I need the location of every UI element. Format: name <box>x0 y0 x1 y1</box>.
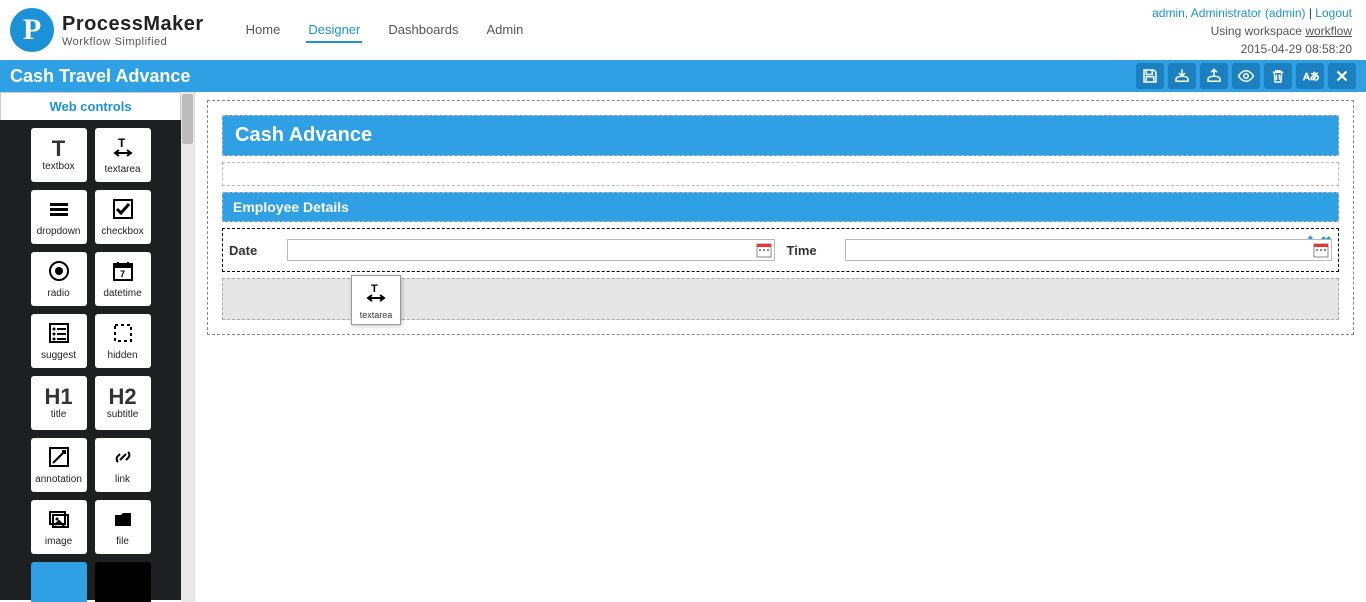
control-suggest[interactable]: suggest <box>31 314 87 368</box>
sidebar-header[interactable]: Web controls <box>0 92 181 120</box>
subtitle-icon: H2 <box>108 386 136 408</box>
control-datetime[interactable]: 7datetime <box>95 252 151 306</box>
empty-row[interactable] <box>222 162 1339 186</box>
language-button[interactable]: Aあ <box>1296 63 1324 89</box>
svg-text:T: T <box>371 283 378 295</box>
nav-admin[interactable]: Admin <box>484 18 525 43</box>
logo-text: ProcessMaker Workflow Simplified <box>62 13 204 48</box>
canvas-wrap: Cash Advance Employee Details ✥ ✖ Date T… <box>195 92 1366 602</box>
sidebar-wrap: Web controls Ttextbox Ttextarea dropdown… <box>0 92 195 602</box>
control-hidden[interactable]: hidden <box>95 314 151 368</box>
datetime-icon: 7 <box>111 259 135 287</box>
fields-row[interactable]: ✥ ✖ Date Time <box>222 228 1339 272</box>
header-right: admin, Administrator (admin) | Logout Us… <box>1152 4 1352 58</box>
radio-icon <box>47 259 71 287</box>
brand-tagline: Workflow Simplified <box>62 36 204 48</box>
control-annotation[interactable]: annotation <box>31 438 87 492</box>
sidebar: Web controls Ttextbox Ttextarea dropdown… <box>0 92 181 602</box>
svg-text:Aあ: Aあ <box>1303 71 1319 83</box>
brand-name: ProcessMaker <box>62 13 204 36</box>
main-nav: Home Designer Dashboards Admin <box>244 18 526 43</box>
main: Web controls Ttextbox Ttextarea dropdown… <box>0 92 1366 602</box>
save-button[interactable] <box>1136 63 1164 89</box>
field-label-time: Time <box>787 243 835 258</box>
suggest-icon <box>47 321 71 349</box>
file-icon <box>111 507 135 535</box>
form-title[interactable]: Cash Advance <box>222 115 1339 156</box>
delete-button[interactable] <box>1264 63 1292 89</box>
user-label[interactable]: admin, Administrator (admin) <box>1152 6 1305 20</box>
export-button[interactable] <box>1200 63 1228 89</box>
textarea-icon: T <box>111 135 135 163</box>
field-time[interactable]: Time <box>787 239 1333 261</box>
control-dropdown[interactable]: dropdown <box>31 190 87 244</box>
logo-icon: P <box>10 8 54 52</box>
control-textbox[interactable]: Ttextbox <box>31 128 87 182</box>
link-icon <box>111 445 135 473</box>
time-input[interactable] <box>845 239 1333 261</box>
drag-ghost-textarea[interactable]: T textarea <box>351 275 401 325</box>
hidden-icon <box>111 321 135 349</box>
textbox-icon: T <box>52 138 65 160</box>
calendar-icon[interactable] <box>756 242 772 258</box>
image-icon <box>47 507 71 535</box>
control-title[interactable]: H1title <box>31 376 87 430</box>
control-swatch-black[interactable] <box>95 562 151 602</box>
preview-button[interactable] <box>1232 63 1260 89</box>
field-label-date: Date <box>229 243 277 258</box>
section-title[interactable]: Employee Details <box>222 192 1339 222</box>
nav-designer[interactable]: Designer <box>306 18 362 43</box>
control-file[interactable]: file <box>95 500 151 554</box>
app-header: P ProcessMaker Workflow Simplified Home … <box>0 0 1366 60</box>
field-date[interactable]: Date <box>229 239 775 261</box>
workspace-prefix: Using workspace <box>1211 24 1306 38</box>
logo-area: P ProcessMaker Workflow Simplified <box>10 8 204 52</box>
title-bar: Cash Travel Advance Aあ <box>0 60 1366 92</box>
dropdown-icon <box>47 197 71 225</box>
page-title: Cash Travel Advance <box>10 66 190 87</box>
import-button[interactable] <box>1168 63 1196 89</box>
drag-ghost-label: textarea <box>360 310 393 320</box>
palette: Ttextbox Ttextarea dropdown checkbox rad… <box>0 120 181 600</box>
timestamp: 2015-04-29 08:58:20 <box>1152 40 1352 58</box>
titlebar-actions: Aあ <box>1136 63 1356 89</box>
svg-text:T: T <box>118 136 126 150</box>
checkbox-icon <box>111 197 135 225</box>
control-link[interactable]: link <box>95 438 151 492</box>
workspace-name[interactable]: workflow <box>1305 24 1352 38</box>
control-checkbox[interactable]: checkbox <box>95 190 151 244</box>
control-swatch-blue[interactable] <box>31 562 87 602</box>
title-icon: H1 <box>44 386 72 408</box>
calendar-icon[interactable] <box>1313 242 1329 258</box>
nav-dashboards[interactable]: Dashboards <box>386 18 460 43</box>
svg-text:7: 7 <box>120 269 125 279</box>
control-textarea[interactable]: Ttextarea <box>95 128 151 182</box>
textarea-icon: T <box>364 281 388 310</box>
control-image[interactable]: image <box>31 500 87 554</box>
drop-target-row[interactable]: T textarea <box>222 278 1339 320</box>
logout-link[interactable]: Logout <box>1315 6 1352 20</box>
control-subtitle[interactable]: H2subtitle <box>95 376 151 430</box>
form-canvas[interactable]: Cash Advance Employee Details ✥ ✖ Date T… <box>207 100 1354 335</box>
control-radio[interactable]: radio <box>31 252 87 306</box>
close-button[interactable] <box>1328 63 1356 89</box>
sidebar-scrollbar[interactable] <box>181 92 194 602</box>
nav-home[interactable]: Home <box>244 18 283 43</box>
date-input[interactable] <box>287 239 775 261</box>
annotation-icon <box>47 445 71 473</box>
